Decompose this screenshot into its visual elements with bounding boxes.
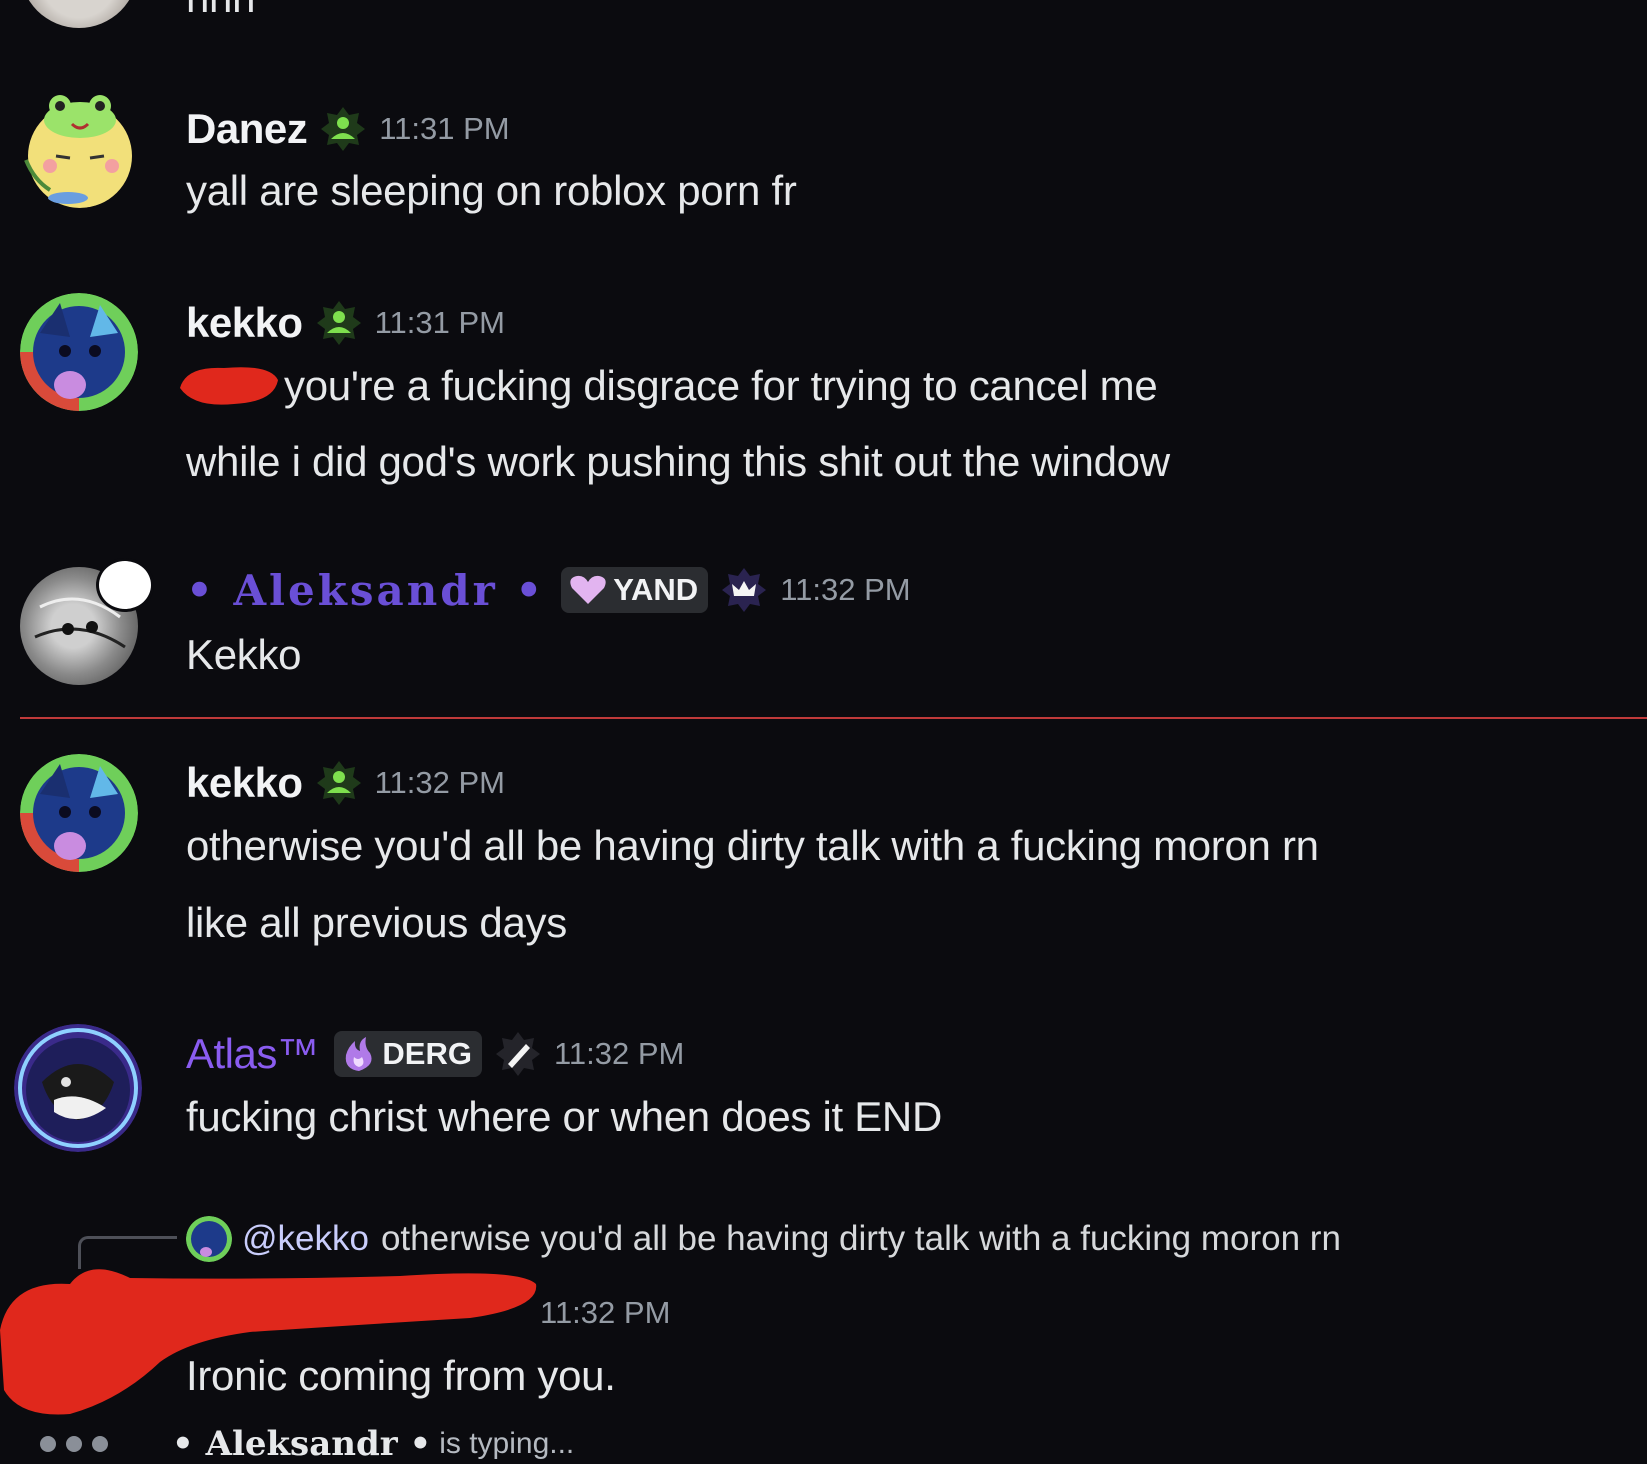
avatar[interactable] — [20, 0, 138, 28]
message-header: kekko 11:32 PM — [186, 756, 505, 810]
role-tag[interactable]: YAND — [561, 567, 709, 613]
typing-text: is typing... — [439, 1427, 575, 1460]
username[interactable]: Atlas™ — [186, 1030, 319, 1078]
message-header: Danez 11:31 PM — [186, 102, 510, 156]
new-messages-divider — [20, 717, 1647, 719]
status-bubble-icon — [96, 558, 154, 612]
message-text: you're a fucking disgrace for trying to … — [284, 362, 1158, 409]
message-text: yall are sleeping on roblox porn fr — [186, 167, 797, 214]
timestamp[interactable]: 11:31 PM — [379, 111, 509, 147]
green-person-badge-icon[interactable] — [315, 759, 363, 807]
avatar[interactable] — [20, 754, 138, 872]
message-text: like all previous days — [186, 899, 567, 946]
timestamp[interactable]: 11:32 PM — [780, 572, 910, 608]
avatar — [186, 1216, 232, 1262]
role-tag-label: YAND — [613, 572, 699, 607]
heart-icon — [570, 575, 606, 604]
avatar[interactable] — [14, 1024, 142, 1152]
green-person-badge-icon[interactable] — [319, 105, 367, 153]
message-header: kekko 11:31 PM — [186, 296, 505, 350]
typing-dots-icon — [40, 1436, 108, 1452]
username[interactable]: • Aleksandr • — [186, 566, 545, 615]
timestamp[interactable]: 11:32 PM — [554, 1036, 684, 1072]
green-person-badge-icon[interactable] — [315, 299, 363, 347]
brush-badge-icon[interactable] — [494, 1030, 542, 1078]
typing-user: • Aleksandr • — [172, 1424, 432, 1464]
message-text: while i did god's work pushing this shit… — [186, 438, 1170, 485]
message-text: Ironic coming from you. — [186, 1352, 616, 1399]
message-text: fucking christ where or when does it END — [186, 1093, 942, 1140]
avatar[interactable] — [20, 293, 138, 411]
message-text: otherwise you'd all be having dirty talk… — [186, 822, 1319, 869]
crown-badge-icon[interactable] — [720, 566, 768, 614]
message-header: 11:32 PM — [540, 1286, 670, 1340]
avatar[interactable] — [20, 90, 138, 208]
username[interactable]: Danez — [186, 105, 308, 153]
reply-text: otherwise you'd all be having dirty talk… — [380, 1219, 1341, 1258]
reply-mention[interactable]: @kekko — [242, 1219, 369, 1259]
reply-preview[interactable]: @kekko otherwise you'd all be having dir… — [186, 1216, 1341, 1262]
timestamp[interactable]: 11:32 PM — [540, 1295, 670, 1331]
message-text: Kekko — [186, 631, 302, 678]
username[interactable]: kekko — [186, 759, 303, 807]
username[interactable]: kekko — [186, 299, 303, 347]
message-header: • Aleksandr • YAND 11:32 PM — [186, 563, 911, 617]
flame-icon — [346, 1037, 372, 1071]
role-tag-label: DERG — [382, 1036, 472, 1071]
timestamp[interactable]: 11:31 PM — [375, 305, 505, 341]
typing-indicator: • Aleksandr • is typing... — [40, 1424, 574, 1464]
message-text: nnn — [186, 0, 255, 22]
reply-connector — [78, 1236, 177, 1269]
message-header: Atlas™ DERG 11:32 PM — [186, 1027, 684, 1081]
timestamp[interactable]: 11:32 PM — [375, 765, 505, 801]
redaction-scribble — [180, 367, 278, 405]
role-tag[interactable]: DERG — [334, 1031, 482, 1077]
